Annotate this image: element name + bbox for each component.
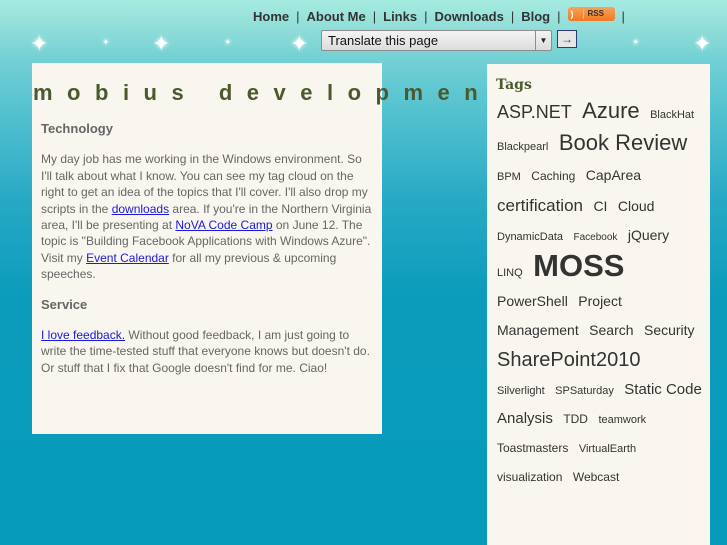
tag-link[interactable]: Search: [589, 322, 633, 338]
tag-link[interactable]: LINQ: [497, 267, 523, 279]
nav-separator: |: [621, 9, 625, 24]
tag-link[interactable]: VirtualEarth: [579, 443, 636, 455]
main-panel: Technology My day job has me working in …: [32, 63, 382, 434]
tag-link[interactable]: MOSS: [533, 248, 624, 283]
sparkle-icon: ✦: [30, 31, 49, 56]
downloads-link[interactable]: downloads: [112, 202, 169, 216]
tag-link[interactable]: visualization: [497, 470, 562, 484]
translate-select[interactable]: Translate this page ▼: [321, 30, 552, 51]
technology-paragraph: My day job has me working in the Windows…: [41, 151, 376, 282]
tag-link[interactable]: ASP.NET: [497, 102, 572, 122]
rss-feed-icon: ): [571, 8, 584, 19]
tag-link[interactable]: Security: [644, 322, 695, 338]
translate-go-button[interactable]: →: [557, 30, 577, 48]
arrow-right-icon: →: [561, 32, 573, 46]
site-title: mobius development: [33, 80, 515, 105]
tag-link[interactable]: Cloud: [618, 198, 655, 214]
tag-link[interactable]: Webcast: [573, 470, 619, 484]
nav-separator: |: [510, 9, 515, 24]
nav-home[interactable]: Home: [253, 9, 289, 24]
tag-link[interactable]: SPSaturday: [555, 385, 614, 397]
tag-link[interactable]: jQuery: [628, 227, 669, 243]
tag-link[interactable]: Book Review: [559, 130, 687, 155]
sparkle-icon: ✦: [290, 31, 309, 56]
nav-links[interactable]: Links: [383, 9, 417, 24]
sparkle-icon: ✦: [224, 37, 232, 47]
nav-separator: |: [424, 9, 428, 24]
top-nav: Home | About Me | Links | Downloads | Bl…: [253, 6, 632, 24]
tag-link[interactable]: teamwork: [598, 414, 646, 426]
tag-link[interactable]: CI: [593, 198, 607, 214]
sparkle-icon: ✦: [632, 37, 640, 47]
tag-link[interactable]: Silverlight: [497, 385, 545, 397]
tag-link[interactable]: BPM: [497, 171, 521, 183]
chevron-down-icon[interactable]: ▼: [535, 31, 551, 50]
nav-separator: |: [372, 9, 377, 24]
tag-link[interactable]: SharePoint2010: [497, 349, 640, 371]
tag-link[interactable]: CapArea: [586, 167, 641, 183]
tag-link[interactable]: Blackpearl: [497, 141, 548, 153]
tags-heading: Tags: [496, 77, 532, 93]
main-content: Technology My day job has me working in …: [41, 121, 376, 390]
tag-link[interactable]: Caching: [531, 169, 575, 183]
tag-link[interactable]: BlackHat: [650, 109, 694, 121]
tag-link[interactable]: DynamicData: [497, 231, 563, 243]
tag-link[interactable]: Toastmasters: [497, 441, 568, 455]
tag-link[interactable]: certification: [497, 196, 583, 215]
section-heading-service: Service: [41, 296, 88, 312]
rss-label: RSS: [587, 9, 604, 18]
feedback-link[interactable]: I love feedback.: [41, 328, 125, 342]
tag-link[interactable]: Facebook: [573, 232, 617, 243]
service-paragraph: I love feedback. Without good feedback, …: [41, 327, 376, 376]
nova-code-camp-link[interactable]: NoVA Code Camp: [175, 218, 272, 232]
tag-link[interactable]: PowerShell: [497, 293, 568, 309]
nav-downloads[interactable]: Downloads: [434, 9, 503, 24]
section-heading-technology: Technology: [41, 121, 113, 136]
sparkle-icon: ✦: [102, 37, 110, 47]
event-calendar-link[interactable]: Event Calendar: [86, 251, 169, 265]
nav-separator: |: [296, 9, 300, 24]
nav-separator: |: [557, 9, 561, 24]
sparkle-icon: ✦: [152, 31, 171, 56]
tags-sidebar: Tags ASP.NET Azure BlackHat Blackpearl B…: [487, 64, 710, 545]
rss-button[interactable]: ) RSS: [567, 6, 615, 21]
tag-link[interactable]: TDD: [563, 412, 588, 426]
nav-about-me[interactable]: About Me: [307, 9, 366, 24]
tag-cloud: ASP.NET Azure BlackHat Blackpearl Book R…: [497, 97, 702, 492]
sparkle-icon: ✦: [693, 31, 712, 56]
translate-selected-value: Translate this page: [328, 33, 439, 48]
tag-link[interactable]: Azure: [582, 98, 639, 123]
nav-blog[interactable]: Blog: [521, 9, 550, 24]
